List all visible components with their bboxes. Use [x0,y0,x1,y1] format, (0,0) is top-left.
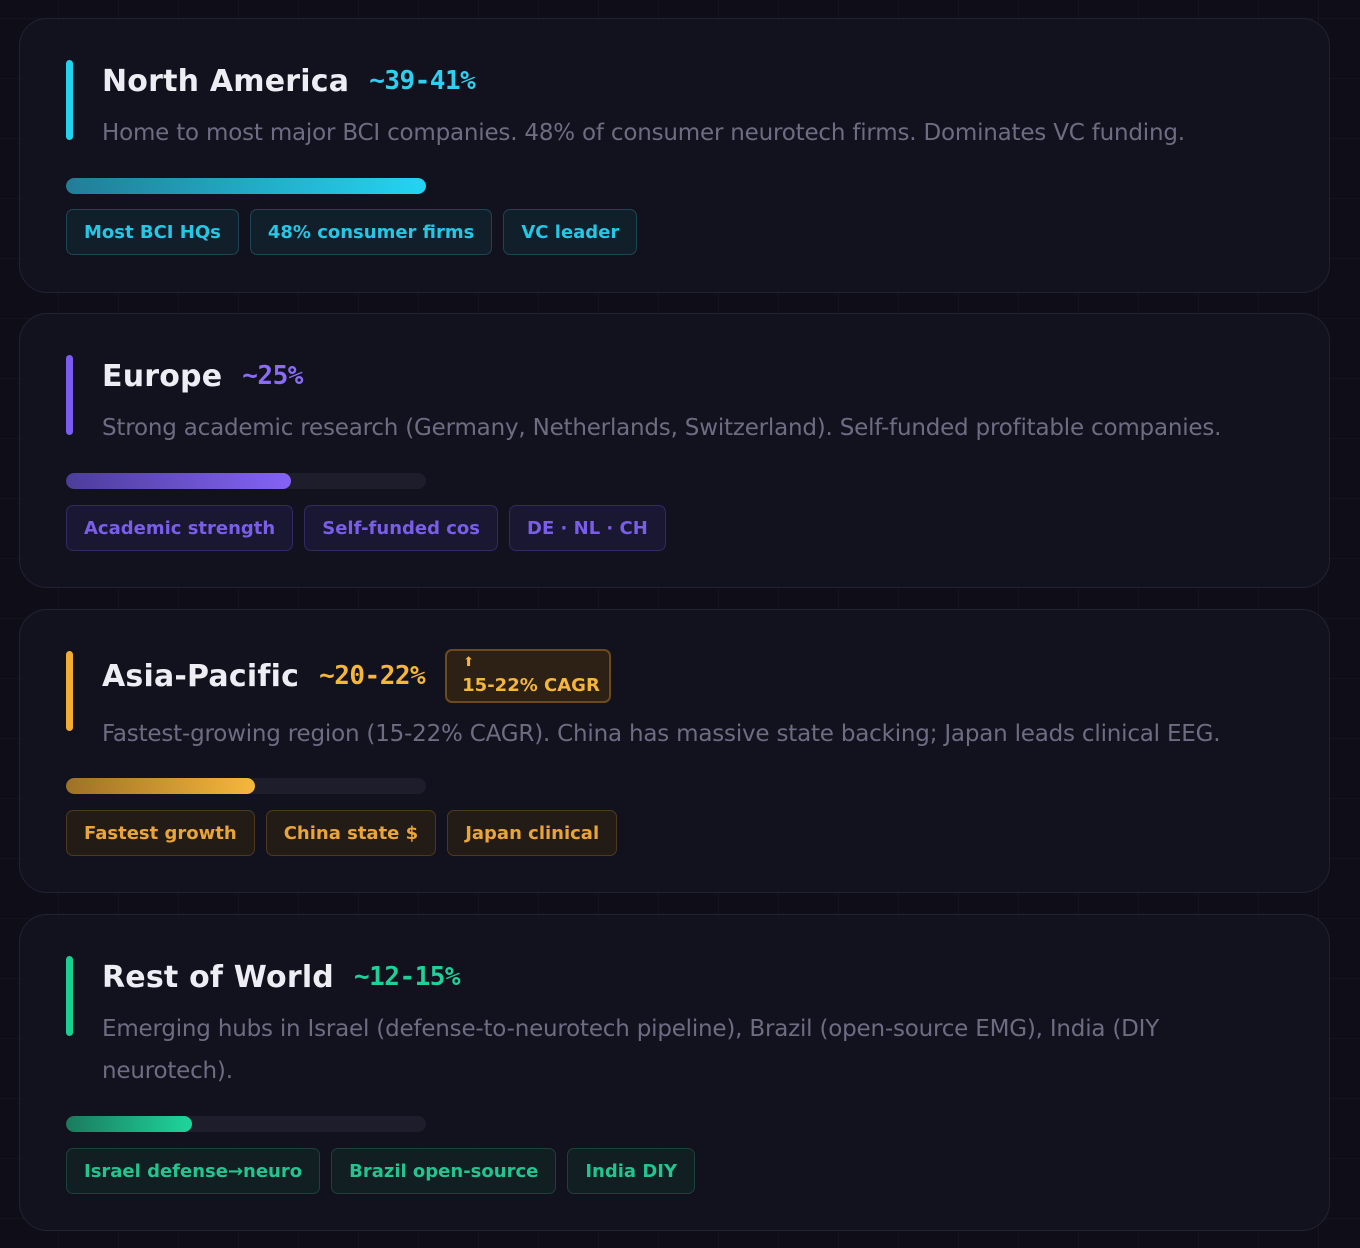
share-progress-fill [66,473,291,489]
tag: India DIY [567,1148,695,1194]
tag: VC leader [503,209,638,255]
tag: Brazil open-source [331,1148,557,1194]
tag: Japan clinical [447,810,618,856]
tag-list: Most BCI HQs 48% consumer firms VC leade… [66,209,638,255]
accent-bar [66,60,73,140]
market-share: ~39-41% [369,66,476,96]
tag: Fastest growth [66,810,255,856]
tag: Academic strength [66,505,294,551]
region-name: Asia-Pacific [102,658,300,694]
accent-bar [66,956,73,1036]
tag-list: Academic strength Self-funded cos DE · N… [66,505,666,551]
region-name: Rest of World [102,959,334,995]
share-progress-bar [66,1116,426,1132]
region-header: Rest of World ~12-15% [102,956,461,998]
region-description: Strong academic research (Germany, Nethe… [102,415,1222,441]
tag: Israel defense→neuro [66,1148,321,1194]
cagr-badge: ⬆ 15-22% CAGR [445,649,612,703]
up-arrow-icon: ⬆ [463,655,475,670]
region-card-north-america: North America ~39-41% Home to most major… [19,18,1330,293]
share-progress-bar [66,473,426,489]
region-header: North America ~39-41% [102,60,476,102]
region-description: Fastest-growing region (15-22% CAGR). Ch… [102,721,1221,747]
tag-list: Israel defense→neuro Brazil open-source … [66,1148,695,1194]
region-description: Home to most major BCI companies. 48% of… [102,120,1185,146]
market-share: ~12-15% [353,962,461,992]
accent-bar [66,651,73,731]
region-card-asia-pacific: Asia-Pacific ~20-22% ⬆ 15-22% CAGR Faste… [19,609,1330,893]
region-card-rest-of-world: Rest of World ~12-15% Emerging hubs in I… [19,914,1330,1231]
share-progress-fill [66,178,426,194]
tag: 48% consumer firms [249,209,493,255]
tag: Self-funded cos [304,505,499,551]
region-header: Asia-Pacific ~20-22% ⬆ 15-22% CAGR [102,648,612,704]
region-description: Emerging hubs in Israel (defense-to-neur… [102,1016,1160,1084]
tag: DE · NL · CH [509,505,666,551]
tag: Most BCI HQs [66,209,239,255]
market-share: ~20-22% [319,661,426,691]
market-share: ~25% [242,361,303,391]
share-progress-fill [66,778,255,794]
region-card-europe: Europe ~25% Strong academic research (Ge… [19,313,1330,588]
cagr-badge-label: 15-22% CAGR [462,675,600,696]
tag-list: Fastest growth China state $ Japan clini… [66,810,618,856]
tag: China state $ [265,810,437,856]
region-header: Europe ~25% [102,355,303,397]
region-name: Europe [102,358,223,394]
region-name: North America [102,63,350,99]
share-progress-fill [66,1116,192,1132]
accent-bar [66,355,73,435]
share-progress-bar [66,778,426,794]
share-progress-bar [66,178,426,194]
